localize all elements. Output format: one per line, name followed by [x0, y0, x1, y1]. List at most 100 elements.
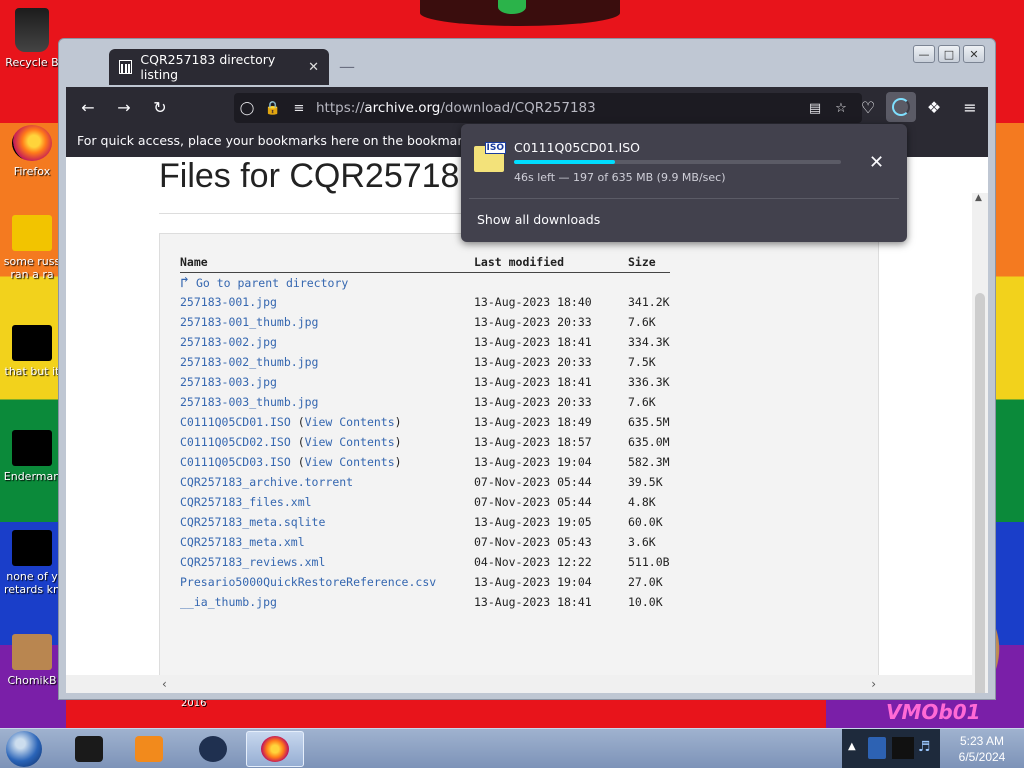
file-name-cell: CQR257183_meta.sqlite: [180, 512, 474, 532]
horizontal-scrollbar[interactable]: ‹ ›: [66, 675, 972, 693]
file-name-cell: C0111Q05CD03.ISO (View Contents): [180, 455, 402, 469]
nav-toolbar: ← → ↻ ◯ 🔒 ≡ https://archive.org/download…: [66, 87, 988, 127]
view-contents-link[interactable]: View Contents: [305, 435, 395, 449]
directory-listing: Name Last modified Size ↱ Go to parent d…: [159, 233, 879, 693]
view-contents-link[interactable]: View Contents: [305, 415, 395, 429]
download-file-name[interactable]: C0111Q05CD01.ISO: [514, 140, 640, 155]
table-row: 257183-002.jpg 13-Aug-2023 18:41 334.3K: [180, 332, 670, 352]
pocket-icon[interactable]: ♡: [850, 92, 886, 122]
firefox-icon: [12, 125, 52, 161]
desktop-icon-enderman[interactable]: Enderman: [0, 430, 64, 483]
wallpaper-watermark: VMOb01: [826, 700, 1016, 728]
permissions-icon[interactable]: ≡: [286, 101, 312, 116]
file-link[interactable]: CQR257183_meta.sqlite: [180, 515, 325, 529]
firefox-icon: [261, 736, 289, 762]
url-bar[interactable]: ◯ 🔒 ≡ https://archive.org/download/CQR25…: [234, 93, 862, 123]
file-name-cell: Presario5000QuickRestoreReference.csv: [180, 572, 474, 592]
file-link[interactable]: CQR257183_archive.torrent: [180, 475, 353, 489]
forward-icon[interactable]: →: [106, 92, 142, 122]
show-all-downloads-button[interactable]: Show all downloads: [477, 212, 600, 227]
file-link[interactable]: CQR257183_files.xml: [180, 495, 312, 509]
column-name[interactable]: Name: [180, 254, 474, 273]
menu-icon[interactable]: ≡: [952, 92, 988, 122]
url-text[interactable]: https://archive.org/download/CQR257183: [316, 100, 596, 116]
app-icon: [12, 634, 52, 670]
taskbar-item-app[interactable]: [60, 731, 118, 767]
desktop-icon-document[interactable]: some russ ran a ra: [0, 215, 64, 281]
taskbar-item-app[interactable]: [184, 731, 242, 767]
taskbar-item-media-player[interactable]: [120, 731, 178, 767]
tab-title: CQR257183 directory listing: [140, 52, 276, 82]
file-link[interactable]: 257183-003.jpg: [180, 375, 277, 389]
start-button[interactable]: [6, 731, 42, 767]
column-size[interactable]: Size: [628, 254, 670, 273]
close-tab-icon[interactable]: ✕: [308, 60, 319, 75]
table-row: CQR257183_files.xml 07-Nov-2023 05:44 4.8K: [180, 492, 670, 512]
reload-icon[interactable]: ↻: [142, 92, 178, 122]
table-row: C0111Q05CD03.ISO (View Contents) 13-Aug-2…: [180, 452, 670, 472]
file-link[interactable]: 257183-002_thumb.jpg: [180, 355, 318, 369]
file-link[interactable]: 257183-003_thumb.jpg: [180, 395, 318, 409]
file-link[interactable]: C0111Q05CD01.ISO: [180, 415, 291, 429]
modified-cell: 13-Aug-2023 18:41: [474, 375, 592, 389]
size-cell: 4.8K: [628, 495, 656, 509]
file-link[interactable]: C0111Q05CD02.ISO: [180, 435, 291, 449]
scroll-left-icon[interactable]: ‹: [162, 677, 167, 691]
table-row: 257183-003_thumb.jpg 13-Aug-2023 20:33 7.6…: [180, 392, 670, 412]
app-icon: [12, 530, 52, 566]
file-link[interactable]: 257183-001_thumb.jpg: [180, 315, 318, 329]
scrollbar-thumb[interactable]: [975, 293, 985, 693]
volume-icon[interactable]: ♬: [918, 739, 931, 755]
app-icon: [199, 736, 227, 762]
file-link[interactable]: 257183-002.jpg: [180, 335, 277, 349]
file-link[interactable]: CQR257183_reviews.xml: [180, 555, 325, 569]
file-name-cell: CQR257183_meta.xml: [180, 532, 474, 552]
shield-icon[interactable]: ◯: [234, 101, 260, 116]
extensions-icon[interactable]: ❖: [916, 92, 952, 122]
size-cell: 60.0K: [628, 515, 663, 529]
file-name-cell: CQR257183_archive.torrent: [180, 472, 474, 492]
file-link[interactable]: C0111Q05CD03.ISO: [180, 455, 291, 469]
table-header: Name Last modified Size: [180, 254, 670, 273]
file-link[interactable]: 257183-001.jpg: [180, 295, 277, 309]
desktop-icon-chomik[interactable]: ChomikB: [0, 634, 64, 687]
parent-directory-link[interactable]: ↱ Go to parent directory: [180, 273, 348, 291]
table-row: CQR257183_archive.torrent 07-Nov-2023 05:…: [180, 472, 670, 492]
table-row: 257183-001_thumb.jpg 13-Aug-2023 20:33 7.6…: [180, 312, 670, 332]
close-window-button[interactable]: ✕: [963, 45, 985, 63]
desktop-icon-label: Firefox: [13, 165, 51, 178]
taskbar-item-firefox[interactable]: [246, 731, 304, 767]
view-contents-link[interactable]: View Contents: [305, 455, 395, 469]
downloads-panel: ISO C0111Q05CD01.ISO 46s left — 197 of 6…: [461, 124, 907, 242]
file-link[interactable]: CQR257183_meta.xml: [180, 535, 305, 549]
clock[interactable]: 5:23 AM 6/5/2024: [942, 733, 1022, 765]
back-icon[interactable]: ←: [70, 92, 106, 122]
column-modified[interactable]: Last modified: [474, 254, 628, 273]
file-link[interactable]: Presario5000QuickRestoreReference.csv: [180, 575, 436, 589]
lock-icon[interactable]: 🔒: [260, 101, 286, 116]
folder-icon: [12, 325, 52, 361]
desktop-icon-firefox[interactable]: Firefox: [0, 125, 64, 178]
network-icon[interactable]: [892, 737, 914, 759]
size-cell: 336.3K: [628, 375, 670, 389]
tab-directory-listing[interactable]: CQR257183 directory listing ✕: [109, 49, 329, 85]
cancel-download-icon[interactable]: ✕: [869, 152, 884, 173]
scroll-right-icon[interactable]: ›: [871, 677, 876, 691]
desktop-icon-app[interactable]: none of y retards kn: [0, 530, 64, 596]
desktop-icon-recycle-bin[interactable]: Recycle B: [0, 8, 64, 69]
desktop-icon-folder[interactable]: that but it: [0, 325, 64, 378]
reader-view-icon[interactable]: ▤: [802, 101, 828, 116]
new-tab-button[interactable]: —: [339, 57, 355, 76]
modified-cell: 07-Nov-2023 05:44: [474, 495, 592, 509]
scroll-up-icon[interactable]: ▲: [975, 193, 982, 203]
minimize-button[interactable]: —: [913, 45, 935, 63]
file-link[interactable]: __ia_thumb.jpg: [180, 595, 277, 609]
show-hidden-icons-icon[interactable]: ▲: [848, 741, 856, 752]
downloads-button[interactable]: [886, 92, 916, 122]
desktop-icon-label: some russ ran a ra: [3, 255, 61, 281]
download-progress-bar: [514, 160, 841, 164]
vertical-scrollbar[interactable]: ▲: [972, 193, 988, 693]
security-shield-icon[interactable]: [868, 737, 886, 759]
maximize-button[interactable]: □: [938, 45, 960, 63]
size-cell: 334.3K: [628, 335, 670, 349]
